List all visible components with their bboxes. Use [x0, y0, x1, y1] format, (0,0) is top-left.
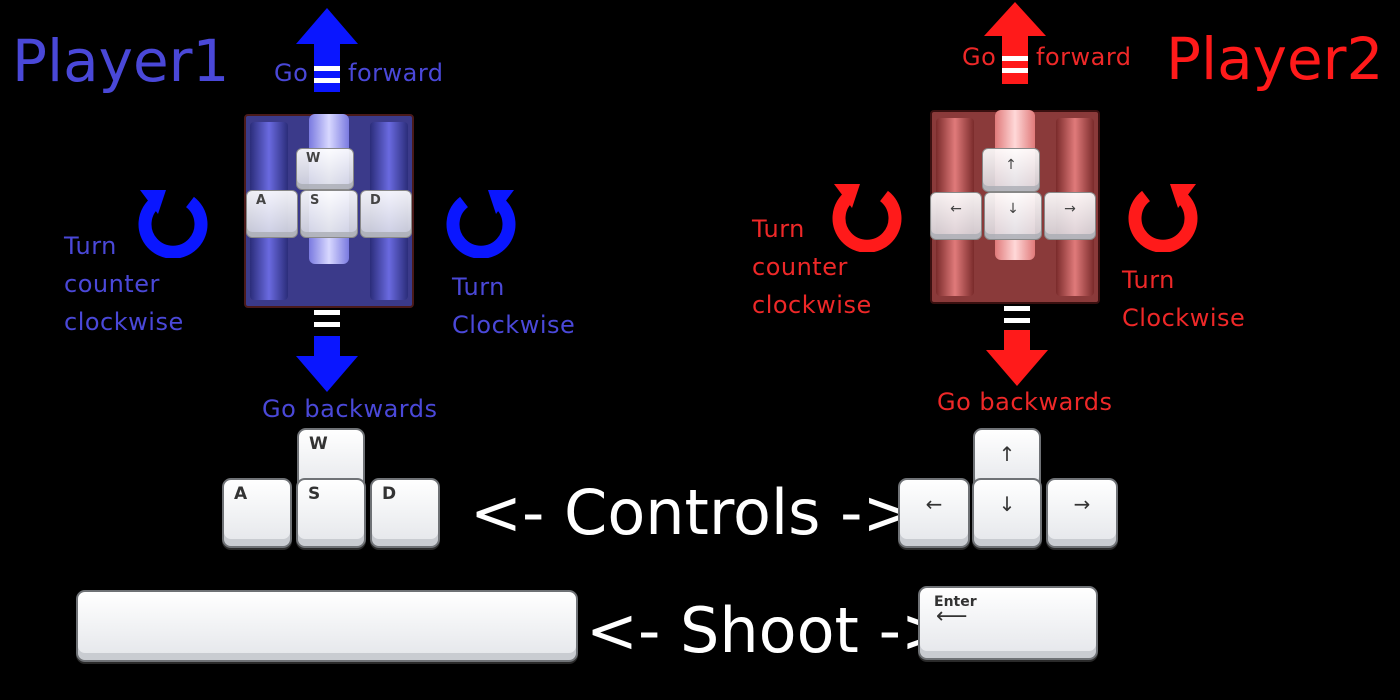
- rotate-cw-icon: [1128, 184, 1198, 252]
- p2-tank-key-right: →: [1044, 192, 1096, 240]
- p2-tank-key-down: ↓: [984, 192, 1042, 240]
- p2-forward-go: Go: [962, 43, 997, 71]
- p1-turn-ccw-label: Turn counter clockwise: [64, 227, 184, 341]
- key-arrow-left: ←: [898, 478, 970, 548]
- p1-forward-word: forward: [348, 59, 444, 87]
- rotate-cw-icon: [446, 190, 516, 258]
- key-s: S: [296, 478, 366, 548]
- p1-turn-cw-line1: Turn: [452, 273, 505, 301]
- p1-tank-key-d: D: [360, 190, 412, 238]
- key-spacebar: [76, 590, 578, 662]
- key-d: D: [370, 478, 440, 548]
- p2-turn-ccw-line3: clockwise: [752, 291, 872, 319]
- p2-turn-ccw-label: Turn counter clockwise: [752, 210, 872, 324]
- arrow-down-icon: [986, 306, 1048, 386]
- p1-turn-cw-label: Turn Clockwise: [452, 268, 575, 344]
- p2-tank-key-left: ←: [930, 192, 982, 240]
- p2-forward-word: forward: [1036, 43, 1132, 71]
- key-a: A: [222, 478, 292, 548]
- p1-backward-label: Go backwards: [262, 395, 438, 423]
- arrow-down-icon: [296, 310, 358, 392]
- p1-turn-cw-line2: Clockwise: [452, 311, 576, 339]
- player2-title: Player2: [1166, 25, 1384, 93]
- p1-turn-ccw-line1: Turn: [64, 232, 117, 260]
- p2-turn-ccw-line1: Turn: [752, 215, 805, 243]
- key-arrow-down: ↓: [972, 478, 1042, 548]
- enter-arrow-icon: ⟵: [936, 604, 968, 629]
- player1-title: Player1: [12, 27, 230, 95]
- p2-turn-cw-line1: Turn: [1122, 266, 1175, 294]
- shoot-label: <- Shoot ->: [586, 594, 953, 667]
- p1-turn-ccw-line2: counter: [64, 270, 160, 298]
- p1-turn-ccw-line3: clockwise: [64, 308, 184, 336]
- p1-tank-key-s: S: [300, 190, 358, 238]
- p2-tank-key-up: ↑: [982, 148, 1040, 192]
- p1-forward-go: Go: [274, 59, 309, 87]
- p2-turn-cw-label: Turn Clockwise: [1122, 261, 1245, 337]
- p1-tank-key-w: W: [296, 148, 354, 190]
- key-arrow-right: →: [1046, 478, 1118, 548]
- p2-turn-cw-line2: Clockwise: [1122, 304, 1246, 332]
- controls-label: <- Controls ->: [470, 476, 915, 549]
- p2-backward-label: Go backwards: [937, 388, 1113, 416]
- p1-tank-key-a: A: [246, 190, 298, 238]
- p2-turn-ccw-line2: counter: [752, 253, 848, 281]
- key-enter: Enter ⟵: [918, 586, 1098, 660]
